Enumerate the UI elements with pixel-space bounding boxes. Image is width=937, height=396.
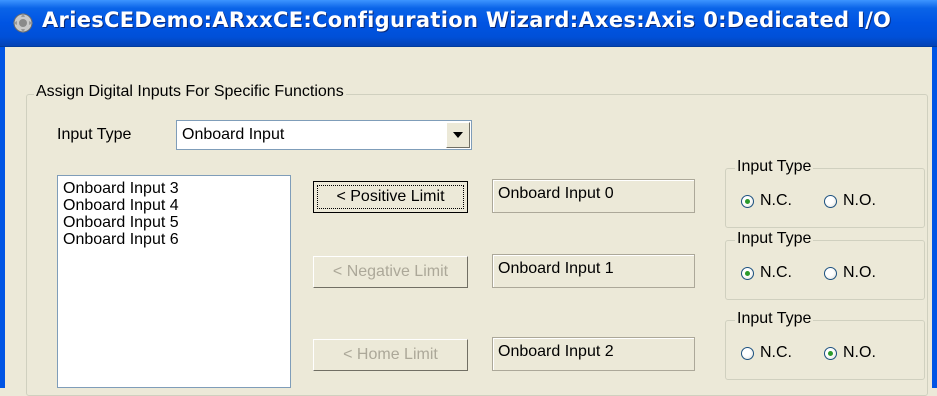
assign-positive-limit-button[interactable]: < Positive Limit xyxy=(313,181,468,213)
no-radio-label[interactable]: N.O. xyxy=(843,192,876,210)
focus-rectangle xyxy=(317,185,464,209)
input-type-group-legend: Input Type xyxy=(735,158,814,176)
assigned-input-value: Onboard Input 0 xyxy=(498,185,614,202)
app-gear-icon xyxy=(13,13,33,33)
assign-inputs-group-legend: Assign Digital Inputs For Specific Funct… xyxy=(34,83,346,101)
no-radio-button[interactable] xyxy=(824,266,837,280)
no-radio-button[interactable] xyxy=(824,346,837,360)
list-item[interactable]: Onboard Input 3 xyxy=(58,176,290,197)
window-frame-right xyxy=(932,47,937,388)
window-title: AriesCEDemo:ARxxCE:Configuration Wizard:… xyxy=(42,8,892,32)
nc-radio-button[interactable] xyxy=(741,266,754,280)
input-type-label: Input Type xyxy=(57,126,132,143)
input-type-combo-value: Onboard Input xyxy=(182,126,285,143)
home-limit-nc-no-radio-row: N.C. N.O. xyxy=(741,344,908,362)
nc-radio-label[interactable]: N.C. xyxy=(760,192,792,210)
no-radio-label[interactable]: N.O. xyxy=(843,344,876,362)
title-bar[interactable]: AriesCEDemo:ARxxCE:Configuration Wizard:… xyxy=(0,0,937,47)
home-limit-assigned-input-field: Onboard Input 2 xyxy=(492,337,695,371)
list-item[interactable]: Onboard Input 4 xyxy=(58,197,290,214)
available-inputs-list[interactable]: Onboard Input 3 Onboard Input 4 Onboard In… xyxy=(57,175,291,388)
assigned-input-value: Onboard Input 2 xyxy=(498,343,614,360)
no-radio-button[interactable] xyxy=(824,194,837,208)
positive-limit-assigned-input-field: Onboard Input 0 xyxy=(492,179,695,213)
assign-button-label: < Negative Limit xyxy=(332,263,449,280)
list-item[interactable]: Onboard Input 5 xyxy=(58,214,290,231)
no-radio-label[interactable]: N.O. xyxy=(843,264,876,282)
assign-button-label: < Home Limit xyxy=(343,346,438,363)
nc-radio-label[interactable]: N.C. xyxy=(760,264,792,282)
assign-home-limit-button[interactable]: < Home Limit xyxy=(313,339,468,371)
chevron-down-icon xyxy=(453,132,463,138)
input-type-dropdown-button[interactable] xyxy=(446,122,470,148)
negative-limit-nc-no-radio-row: N.C. N.O. xyxy=(741,264,908,282)
assigned-input-value: Onboard Input 1 xyxy=(498,260,614,277)
nc-radio-button[interactable] xyxy=(741,346,754,360)
negative-limit-assigned-input-field: Onboard Input 1 xyxy=(492,254,695,288)
assign-negative-limit-button[interactable]: < Negative Limit xyxy=(313,256,468,288)
list-item[interactable]: Onboard Input 6 xyxy=(58,231,290,248)
nc-radio-button[interactable] xyxy=(741,194,754,208)
input-type-group-legend: Input Type xyxy=(735,230,814,248)
nc-radio-label[interactable]: N.C. xyxy=(760,344,792,362)
input-type-combo[interactable]: Onboard Input xyxy=(176,120,472,150)
positive-limit-nc-no-radio-row: N.C. N.O. xyxy=(741,192,908,210)
input-type-group-legend: Input Type xyxy=(735,310,814,328)
